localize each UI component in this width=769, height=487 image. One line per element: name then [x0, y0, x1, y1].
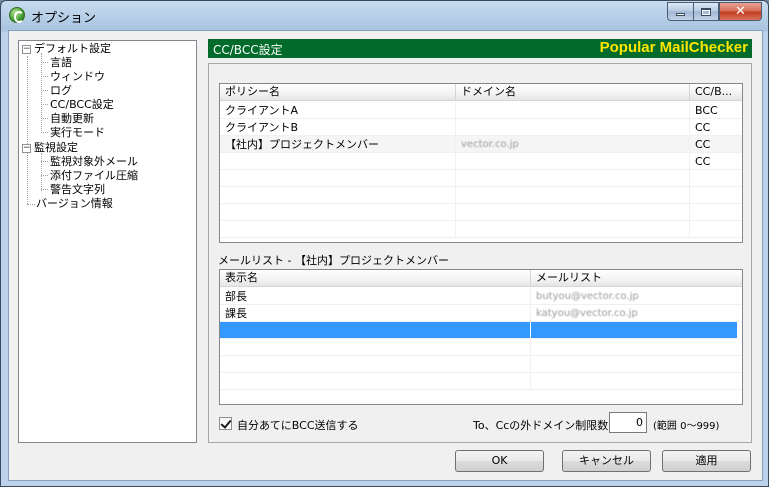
tree-item-version[interactable]: バージョン情報: [36, 197, 113, 211]
tree-line: [41, 53, 42, 133]
table-row[interactable]: [220, 170, 742, 187]
collapse-toggle-icon[interactable]: −: [22, 45, 31, 54]
domain-limit-label: To、Ccの外ドメイン制限数:: [473, 419, 613, 432]
minimize-icon: [676, 13, 685, 16]
policy-name-cell: 【社内】プロジェクトメンバー: [220, 136, 456, 153]
table-row[interactable]: 【社内】プロジェクトメンバー vector.co.jp CC: [220, 136, 742, 153]
close-button[interactable]: ✕: [719, 2, 762, 21]
window-title: オプション: [31, 11, 97, 26]
cc-bcc-cell: CC: [690, 153, 742, 170]
tree-item-language[interactable]: 言語: [50, 56, 72, 70]
dialog-client: − デフォルト設定 言語 ウィンドウ ログ CC/BCC設定 自動更新 実行モー…: [8, 30, 763, 481]
mail-list-header: 表示名 メールリスト: [220, 270, 742, 287]
tree-line: [41, 153, 42, 191]
maximize-icon: [701, 7, 711, 16]
tree-line: [27, 56, 28, 204]
tree-item-monitoring[interactable]: 監視設定: [34, 141, 78, 155]
cc-bcc-cell: CC: [690, 136, 742, 153]
column-header-domain[interactable]: ドメイン名: [456, 84, 690, 101]
table-row[interactable]: [220, 187, 742, 204]
table-row[interactable]: 部長 butyou@vector.co.jp: [220, 288, 742, 305]
minimize-button[interactable]: [667, 2, 693, 21]
caption-buttons: ✕: [667, 2, 762, 21]
tree-item-warning-strings[interactable]: 警告文字列: [50, 183, 105, 197]
app-icon: [9, 7, 25, 23]
column-header-display-name[interactable]: 表示名: [220, 270, 531, 287]
selected-row[interactable]: [220, 322, 738, 339]
table-row[interactable]: クライアントB CC: [220, 119, 742, 136]
tree-line: [41, 76, 48, 77]
display-name-cell: 課長: [220, 305, 531, 322]
maximize-button[interactable]: [693, 2, 719, 21]
section-title: CC/BCC設定: [213, 43, 283, 57]
tree-line: [41, 104, 48, 105]
email-cell: katyou@vector.co.jp: [531, 305, 742, 322]
domain-cell: [456, 153, 690, 170]
column-header-policy[interactable]: ポリシー名: [220, 84, 456, 101]
tree-line: [41, 118, 48, 119]
mail-list[interactable]: 表示名 メールリスト 部長 butyou@vector.co.jp 課長 kat…: [219, 269, 743, 405]
tree-item-run-mode[interactable]: 実行モード: [50, 126, 105, 140]
table-row[interactable]: [220, 339, 742, 356]
table-row[interactable]: [220, 373, 742, 390]
ok-button[interactable]: OK: [455, 450, 544, 472]
self-bcc-checkbox[interactable]: [219, 417, 232, 430]
policy-name-cell: [220, 153, 456, 170]
tree-item-default-settings[interactable]: デフォルト設定: [34, 42, 111, 56]
email-cell: butyou@vector.co.jp: [531, 288, 742, 305]
domain-limit-input[interactable]: [609, 412, 647, 433]
tree-item-attachment-compress[interactable]: 添付ファイル圧縮: [50, 169, 138, 183]
column-header-mail-list[interactable]: メールリスト: [531, 270, 742, 287]
tree-item-auto-update[interactable]: 自動更新: [50, 112, 94, 126]
policy-name-cell: クライアントB: [220, 119, 456, 136]
tree-line: [41, 132, 48, 133]
policy-list[interactable]: ポリシー名 ドメイン名 CC/B... クライアントA BCC クライアントB …: [219, 83, 743, 243]
range-hint: (範囲 0～999): [653, 421, 720, 432]
table-row[interactable]: [220, 221, 742, 238]
tree-line: [41, 62, 48, 63]
table-row[interactable]: CC: [220, 153, 742, 170]
tree-line: [41, 161, 48, 162]
collapse-toggle-icon[interactable]: −: [22, 144, 31, 153]
cc-bcc-cell: BCC: [690, 102, 742, 119]
domain-cell: vector.co.jp: [456, 136, 690, 153]
cancel-button[interactable]: キャンセル: [562, 450, 651, 472]
options-window: オプション ✕ − デフォルト設定 言語 ウィンドウ ログ CC/BCC設定 自…: [0, 0, 769, 487]
title-bar[interactable]: オプション ✕: [1, 1, 768, 29]
apply-button[interactable]: 適用: [662, 450, 751, 472]
cc-bcc-cell: CC: [690, 119, 742, 136]
section-banner: CC/BCC設定 Popular MailChecker: [208, 39, 752, 58]
domain-cell: [456, 119, 690, 136]
policy-name-cell: クライアントA: [220, 102, 456, 119]
self-bcc-label[interactable]: 自分あてにBCC送信する: [237, 417, 359, 433]
table-row[interactable]: 課長 katyou@vector.co.jp: [220, 305, 742, 322]
tree-item-excluded-mail[interactable]: 監視対象外メール: [50, 155, 138, 169]
close-icon: ✕: [735, 4, 746, 19]
table-row[interactable]: [220, 356, 742, 373]
column-header-cc-bcc[interactable]: CC/B...: [690, 84, 742, 101]
mail-list-label: メールリスト - 【社内】プロジェクトメンバー: [218, 254, 449, 267]
tree-line: [41, 175, 48, 176]
settings-tree[interactable]: − デフォルト設定 言語 ウィンドウ ログ CC/BCC設定 自動更新 実行モー…: [18, 40, 197, 443]
tree-line: [27, 204, 35, 205]
table-row[interactable]: クライアントA BCC: [220, 102, 742, 119]
tree-item-log[interactable]: ログ: [50, 84, 72, 98]
domain-cell: [456, 102, 690, 119]
brand-logo: Popular MailChecker: [599, 39, 748, 56]
policy-list-header: ポリシー名 ドメイン名 CC/B...: [220, 84, 742, 101]
table-row[interactable]: [220, 204, 742, 221]
tree-line: [41, 189, 48, 190]
tree-item-cc-bcc[interactable]: CC/BCC設定: [50, 98, 114, 112]
tree-item-window[interactable]: ウィンドウ: [50, 70, 105, 84]
tree-line: [41, 90, 48, 91]
display-name-cell: 部長: [220, 288, 531, 305]
